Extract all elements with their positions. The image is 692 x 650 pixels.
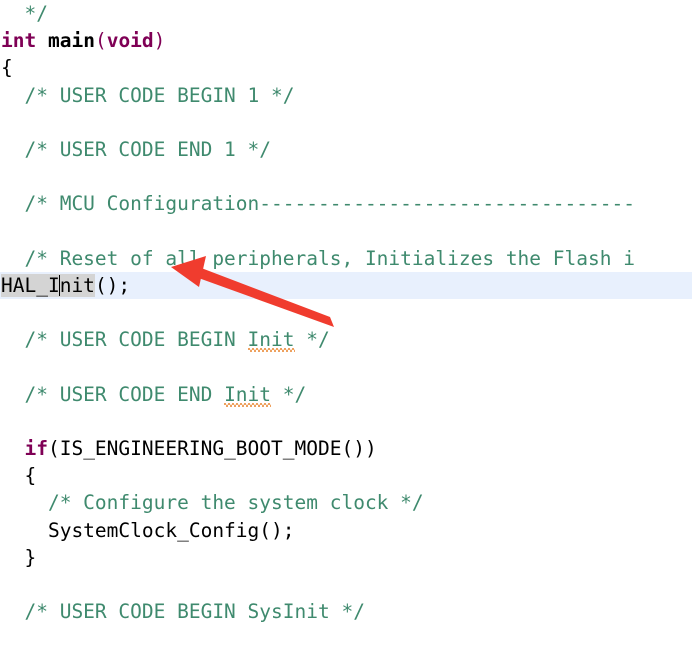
comment-token: /* USER CODE BEGIN 1 */ <box>1 83 295 107</box>
comment-token: /* USER CODE BEGIN SysInit */ <box>1 600 365 624</box>
paren-close: ) <box>153 29 166 53</box>
code-line-blank[interactable] <box>0 408 692 435</box>
code-line-blank[interactable] <box>0 299 692 326</box>
code-line[interactable]: { <box>0 462 692 489</box>
code-line-blank[interactable] <box>0 571 692 598</box>
comment-token: */ <box>294 328 330 352</box>
comment-token: */ <box>1 2 48 25</box>
spellcheck-word: Init <box>224 381 271 408</box>
spellcheck-word: Init <box>247 326 295 353</box>
code-line[interactable]: /* USER CODE END Init */ <box>0 381 692 408</box>
code-line[interactable]: /* USER CODE BEGIN SysInit */ <box>0 598 692 625</box>
code-line[interactable]: int main(void) <box>0 27 692 54</box>
code-line-blank[interactable] <box>0 163 692 190</box>
code-editor[interactable]: */ int main(void) { /* USER CODE BEGIN 1… <box>0 0 692 650</box>
code-line[interactable]: /* MCU Configuration--------------------… <box>0 190 692 217</box>
code-line[interactable]: } <box>0 544 692 571</box>
code-line-blank[interactable] <box>0 109 692 136</box>
brace-open: { <box>1 464 37 488</box>
code-line[interactable]: /* Configure the system clock */ <box>0 489 692 516</box>
occurrence-highlight-after-caret: nit <box>59 273 95 297</box>
brace-open: { <box>1 56 13 80</box>
code-line[interactable]: /* USER CODE END 1 */ <box>0 136 692 163</box>
comment-token: /* USER CODE END <box>1 382 225 406</box>
code-line[interactable]: /* Reset of all peripherals, Initializes… <box>0 245 692 272</box>
code-line[interactable]: /* USER CODE BEGIN Init */ <box>0 326 692 353</box>
code-line[interactable]: SystemClock_Config(); <box>0 517 692 544</box>
code-line[interactable]: */ <box>0 0 692 27</box>
condition-expression: (IS_ENGINEERING_BOOT_MODE()) <box>47 437 377 460</box>
brace-close: } <box>1 545 37 569</box>
code-line[interactable]: /* USER CODE BEGIN 1 */ <box>0 82 692 109</box>
statement-tail: (); <box>94 273 131 297</box>
statement-call: SystemClock_Config(); <box>1 518 295 542</box>
comment-token: */ <box>271 382 307 406</box>
code-line-current[interactable]: HAL_Init(); <box>0 271 692 300</box>
code-line-blank[interactable] <box>0 353 692 380</box>
comment-token: /* Configure the system clock */ <box>1 491 424 515</box>
keyword-if: if <box>24 437 48 460</box>
comment-token: /* MCU Configuration--------------------… <box>1 192 635 216</box>
code-line[interactable]: if(IS_ENGINEERING_BOOT_MODE()) <box>0 435 692 462</box>
paren-open: ( <box>94 29 107 53</box>
keyword-void: void <box>106 29 154 53</box>
code-line-blank[interactable] <box>0 625 692 650</box>
occurrence-highlight-before-caret: HAL_I <box>1 273 60 297</box>
comment-token: /* USER CODE BEGIN <box>1 328 248 352</box>
function-name-main: main <box>47 29 95 53</box>
comment-token: /* Reset of all peripherals, Initializes… <box>1 246 635 270</box>
code-line[interactable]: { <box>0 54 692 81</box>
comment-token: /* USER CODE END 1 */ <box>1 137 272 161</box>
keyword-int: int <box>1 29 37 53</box>
code-line-blank[interactable] <box>0 218 692 245</box>
